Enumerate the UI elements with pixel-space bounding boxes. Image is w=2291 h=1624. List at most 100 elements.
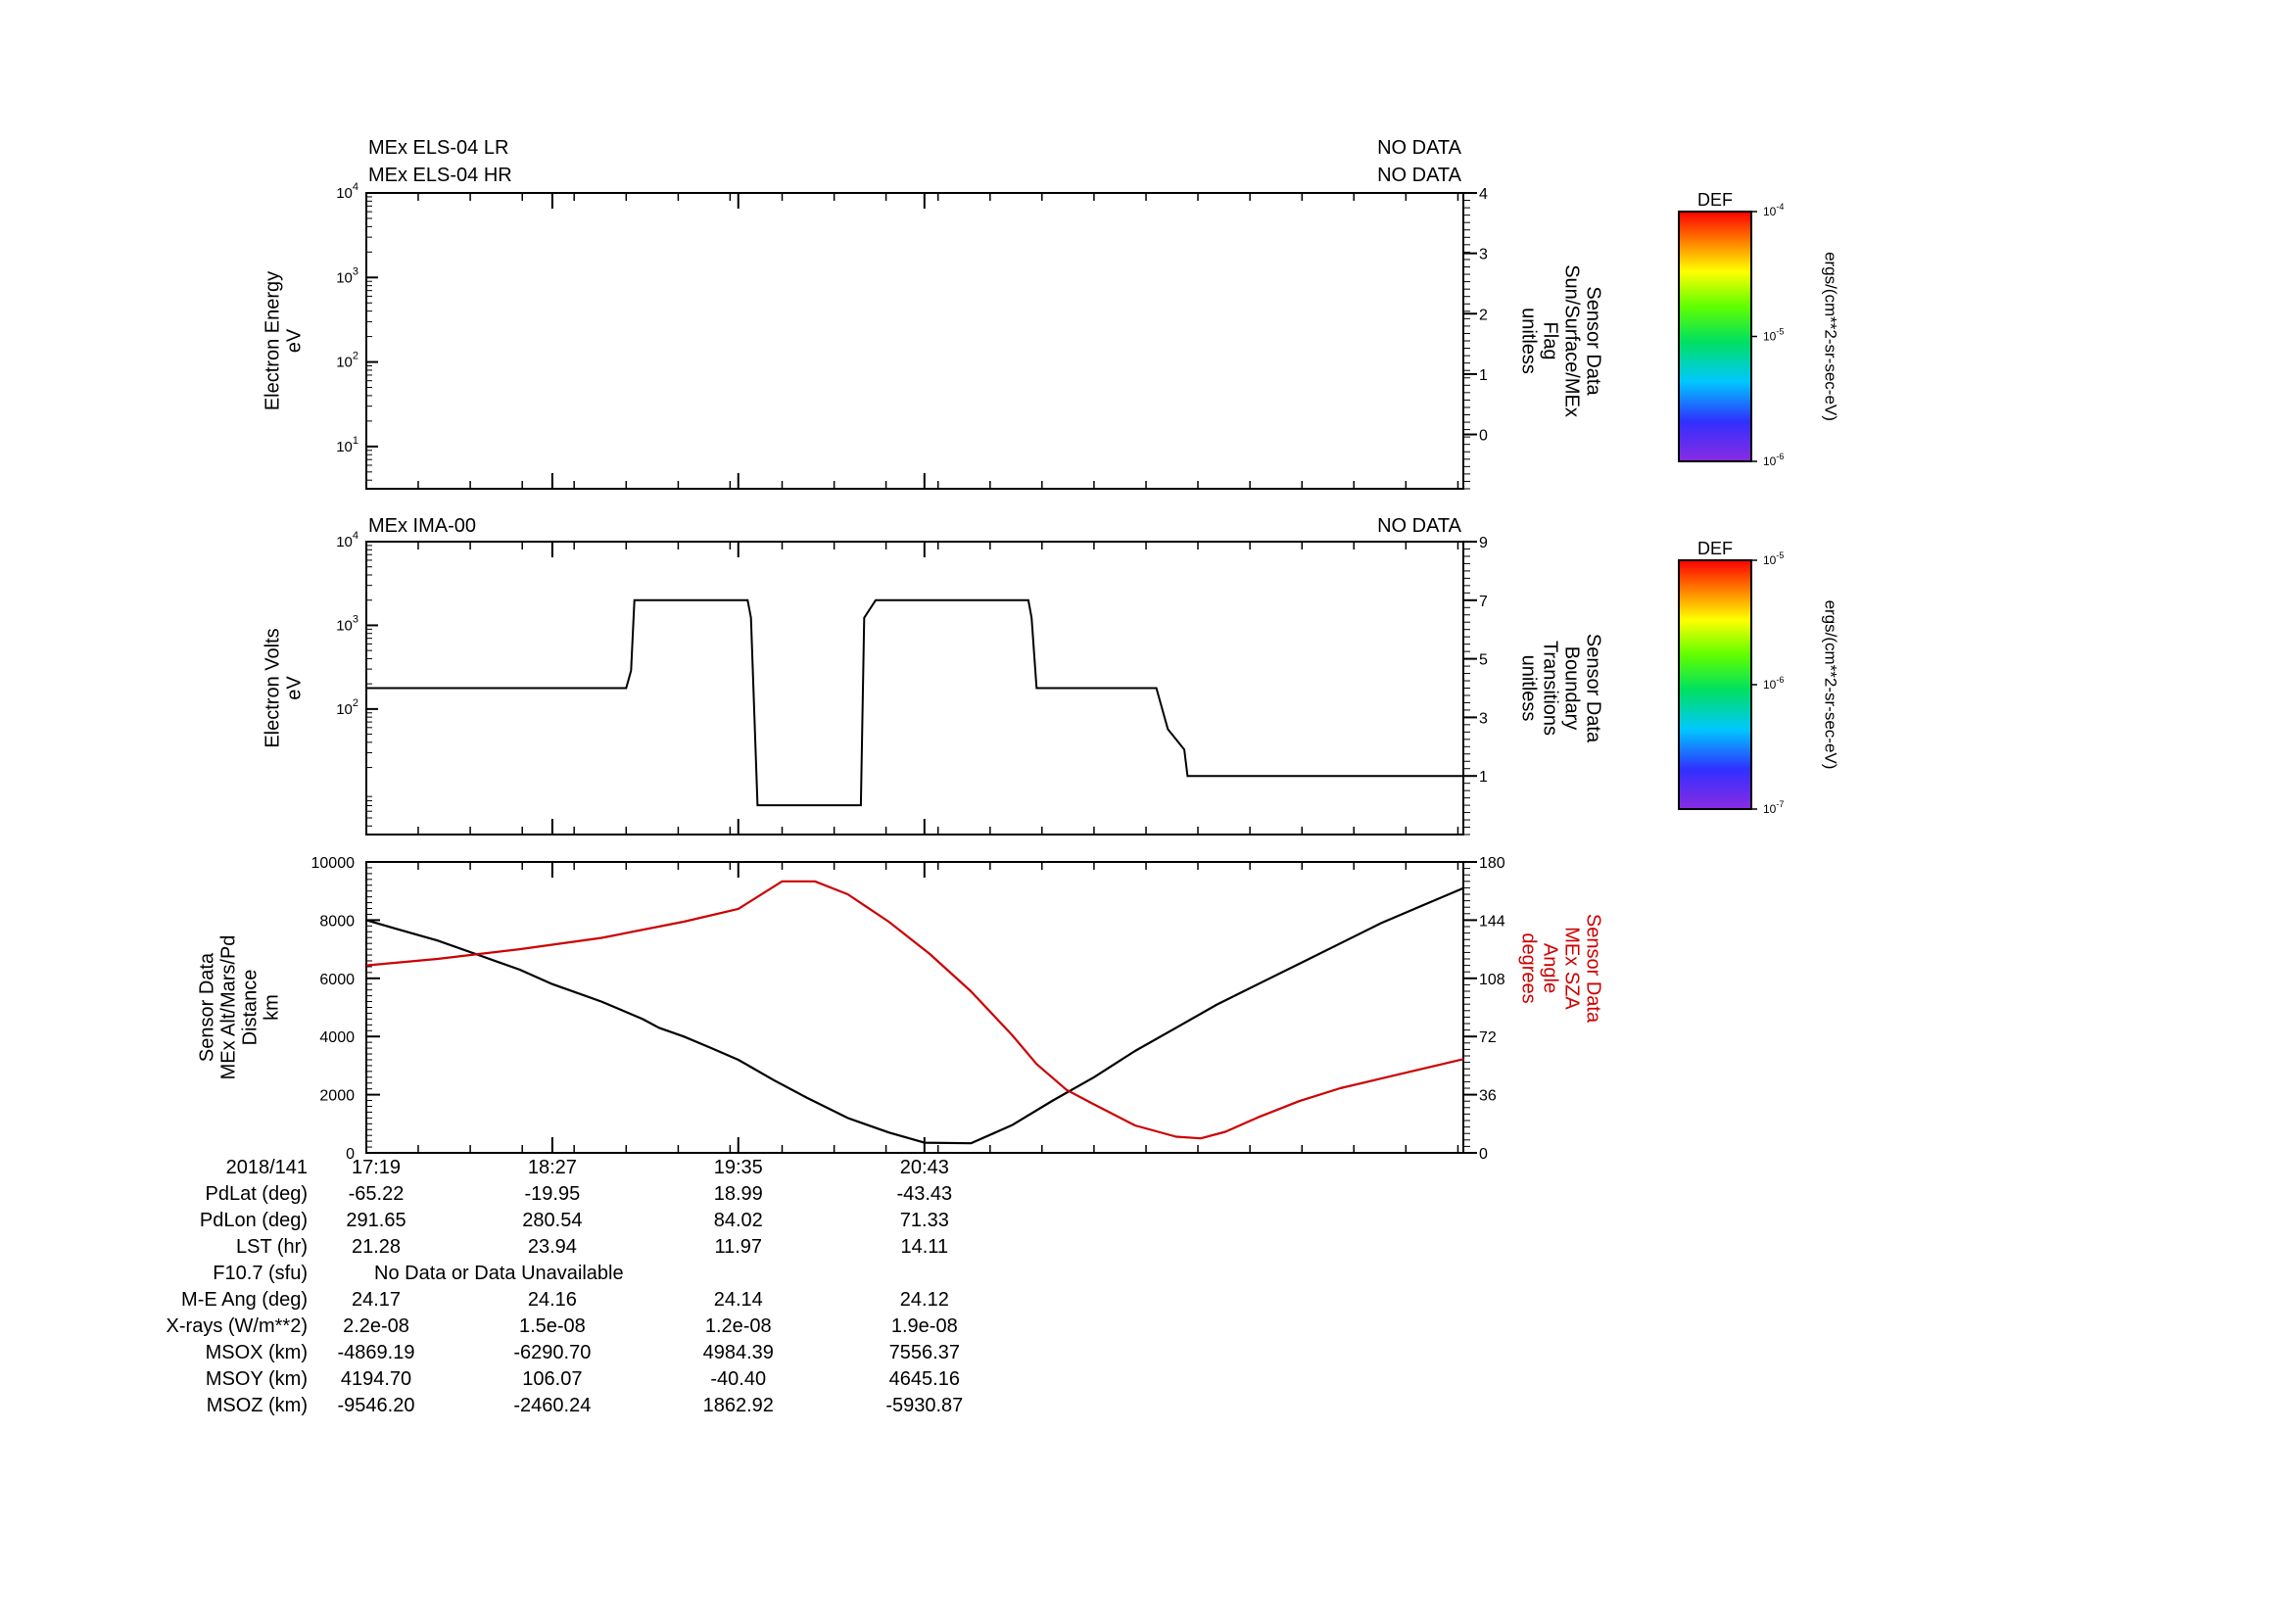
panel2-ylabel-1: MEx Alt/Mars/Pd [217,935,239,1080]
ephemeris-value-1-1: 280.54 [522,1210,582,1231]
y-tick-label-p0-1-base: 10 [336,355,353,371]
ephemeris-row-note-3: No Data or Data Unavailable [374,1263,624,1284]
ephemeris-value-2-0: 21.28 [352,1236,401,1258]
ephemeris-value-5-1: 1.5e-08 [519,1315,586,1337]
panel0-header-right-1: NO DATA [1377,165,1462,186]
panel1-y2label-0: Sensor Data [1583,634,1604,743]
ephemeris-value-2-3: 14.11 [901,1236,949,1258]
ephemeris-value-8-0: -9546.20 [338,1395,415,1416]
y2-tick-label-p1-1: 3 [1479,710,1488,727]
ephemeris-value-7-1: 106.07 [522,1368,582,1390]
chart-svg: MEx ELS-04 LR MEx ELS-04 HR NO DATA NO DATA… [167,137,1840,1416]
colorbar-tick-exp-0-2: -6 [1776,452,1784,461]
ephemeris-value-4-2: 24.14 [714,1289,763,1311]
ephemeris-value-6-2: 4984.39 [703,1342,774,1363]
panel2-y2label-3: degrees [1518,932,1540,1003]
colorbar-tick-exp-1-1: -6 [1776,675,1784,685]
y-tick-label-p0-3-base: 10 [336,185,353,202]
y-tick-label-p1-1: 103 [336,613,358,634]
panel1-y2label-3: unitless [1518,655,1540,722]
colorbar-tick-label-1-1: 10-6 [1763,675,1784,692]
colorbar-tick-base-0-0: 10 [1763,205,1777,218]
plot-stage: MEx ELS-04 LR MEx ELS-04 HR NO DATA NO DATA… [0,0,2291,1619]
y-tick-label-p0-3-exp: 4 [353,181,358,193]
ephemeris-value-5-2: 1.2e-08 [705,1315,772,1337]
ephemeris-row-label-1: PdLon (deg) [200,1210,308,1231]
panel0-header-right-0: NO DATA [1377,137,1462,159]
panel1-header-left-0: MEx IMA-00 [368,515,476,537]
colorbar-tick-base-1-2: 10 [1763,802,1777,816]
colorbar-tick-label-0-0: 10-4 [1763,202,1784,218]
ephemeris-value-2-2: 11.97 [714,1236,762,1258]
colorbar-tick-label-1-2: 10-7 [1763,799,1784,816]
y-tick-label-p0-2-base: 10 [336,269,353,286]
y2-tick-label-p2-1: 36 [1479,1088,1497,1105]
panel0-y2label-2: Flag [1540,322,1561,360]
ephemeris-value-5-0: 2.2e-08 [343,1315,409,1337]
y-tick-label-p0-2-exp: 3 [353,265,358,277]
y-tick-label-p1-0: 102 [336,697,358,718]
colorbar-tick-base-0-1: 10 [1763,330,1777,344]
panel0-y2label-1: Sun/Surface/MEx [1561,264,1583,417]
ephemeris-value-7-0: 4194.70 [341,1368,411,1390]
ephemeris-row-label-3: F10.7 (sfu) [213,1263,308,1284]
panel0-ylabel-1: eV [283,328,305,353]
x-tick-label-1: 18:27 [528,1157,577,1178]
y-tick-label-p1-2: 104 [336,530,358,550]
boundary-transitions-line-0 [366,598,1463,807]
y2-tick-label-p0-3: 3 [1479,247,1488,263]
x-tick-label-0: 17:19 [352,1157,401,1178]
ephemeris-row-label-4: M-E Ang (deg) [181,1289,308,1311]
colorbar-tick-exp-1-2: -7 [1776,799,1784,809]
ephemeris-value-5-3: 1.9e-08 [891,1315,958,1337]
ephemeris-value-0-3: -43.43 [896,1183,952,1205]
ephemeris-value-0-1: -19.95 [525,1183,581,1205]
ephemeris-value-1-2: 84.02 [714,1210,763,1231]
ephemeris-value-1-0: 291.65 [346,1210,406,1231]
y2-tick-label-p0-4: 4 [1479,186,1488,203]
ephemeris-row-label-0: PdLat (deg) [205,1183,308,1205]
colorbar-tick-base-0-2: 10 [1763,454,1777,468]
ephemeris-value-6-3: 7556.37 [889,1342,960,1363]
colorbar-tick-exp-0-0: -4 [1776,202,1784,212]
panel-orbit-frame [365,861,1464,1154]
ephemeris-value-4-3: 24.12 [900,1289,949,1311]
panel0-y2label-3: unitless [1518,308,1540,374]
y-tick-label-p1-0-exp: 2 [353,697,358,709]
y-tick-label-p2-3: 6000 [319,972,355,988]
colorbar-tick-label-1-0: 10-5 [1763,550,1784,567]
y-tick-label-p2-4: 8000 [319,913,355,930]
panel2-ylabel-0: Sensor Data [196,952,217,1062]
ephemeris-row-label-7: MSOY (km) [206,1368,308,1390]
colorbar-units-1: ergs/(cm**2-sr-sec-eV) [1822,600,1840,770]
ephemeris-value-7-3: 4645.16 [889,1368,960,1390]
y2-tick-label-p0-1: 1 [1479,367,1488,384]
panel-electron-frame [365,192,1464,490]
colorbar-title-1: DEF [1697,539,1733,558]
panel2-y2label-1: MEx SZA [1561,927,1583,1010]
ephemeris-value-2-1: 23.94 [528,1236,577,1258]
y-tick-label-p0-1-exp: 2 [353,351,358,362]
x-tick-label-2: 19:35 [714,1157,763,1178]
colorbar-title-0: DEF [1697,190,1733,210]
ephemeris-value-1-3: 71.33 [900,1210,949,1231]
x-tick-label-3: 20:43 [900,1157,949,1178]
y-tick-label-p0-0-exp: 1 [353,435,358,447]
y2-tick-label-p2-2: 72 [1479,1029,1497,1046]
panel1-header-right-0: NO DATA [1377,515,1462,537]
panel0-ylabel-0: Electron Energy [262,271,283,410]
altitude-line [365,886,1464,1145]
y-tick-label-p1-2-exp: 4 [353,530,358,542]
y2-tick-label-p2-0: 0 [1479,1146,1488,1163]
panel1-ylabel-1: eV [283,676,305,700]
panel1-y2label-1: Boundary [1561,646,1583,731]
panel2-ylabel-2: Distance [239,970,261,1046]
y-tick-label-p2-2: 4000 [319,1029,355,1046]
ephemeris-date-label: 2018/141 [226,1157,308,1178]
panel2-ylabel-3: km [261,994,282,1021]
colorbar-units-0: ergs/(cm**2-sr-sec-eV) [1822,252,1840,421]
panel2-y2label-2: Angle [1540,943,1561,993]
panel0-header-left-1: MEx ELS-04 HR [368,165,512,186]
colorbar-tick-label-0-1: 10-5 [1763,327,1784,344]
y2-tick-label-p1-2: 5 [1479,652,1488,669]
